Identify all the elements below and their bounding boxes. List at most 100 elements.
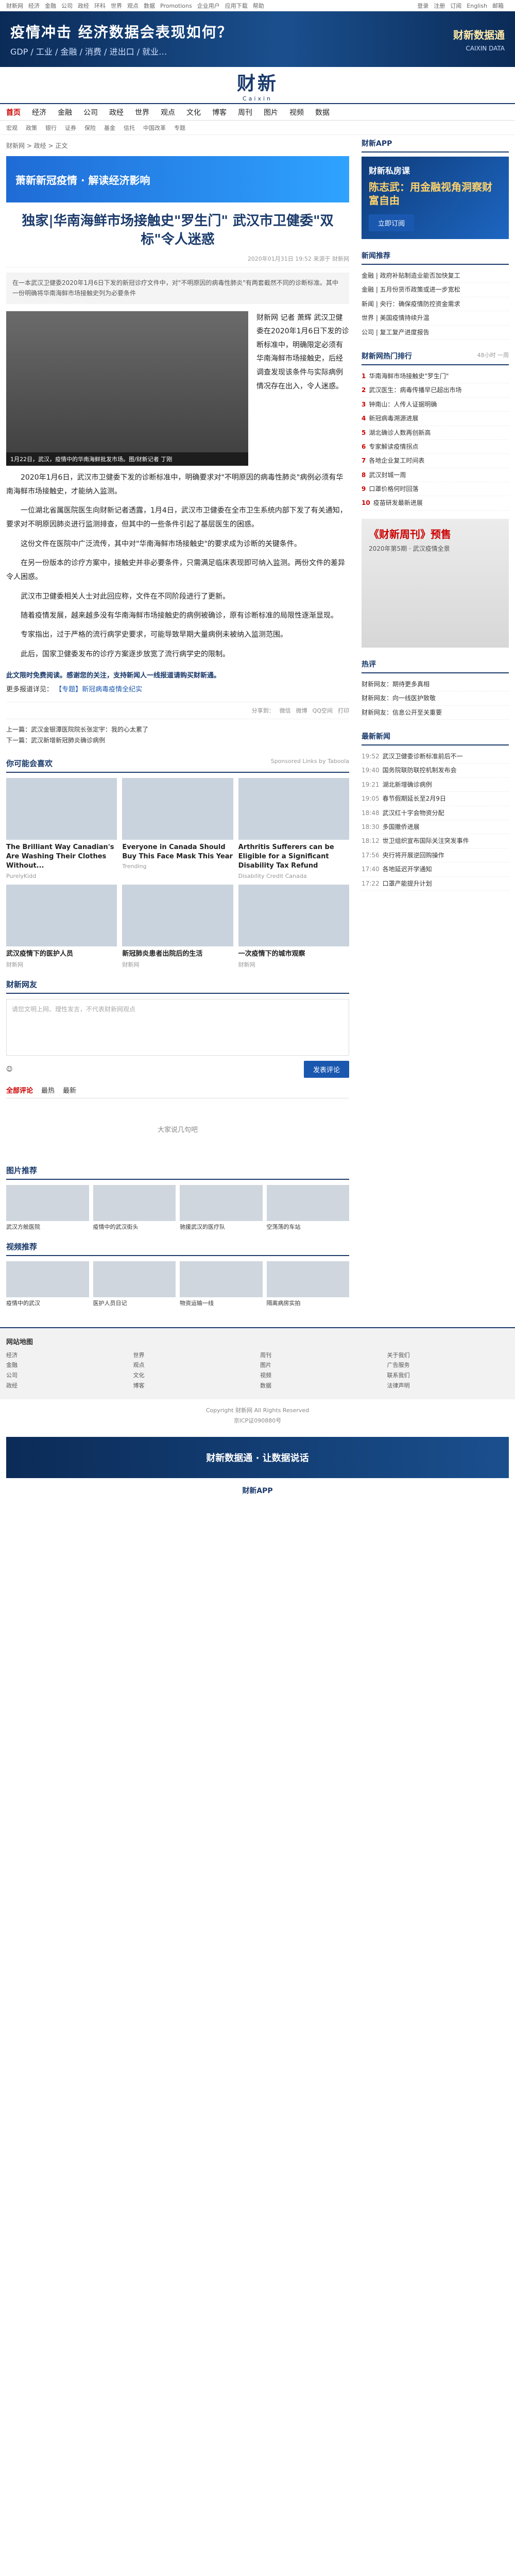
focus-item[interactable]: 新闻 | 央行：确保疫情防控资金需求	[362, 297, 509, 312]
strip-item[interactable]: 驰援武汉的医疗队	[180, 1184, 263, 1231]
top-right-link[interactable]: 注册	[434, 3, 445, 9]
recommend-card[interactable]: Everyone in Canada Should Buy This Face …	[122, 778, 233, 879]
subnav-item[interactable]: 基金	[104, 124, 115, 132]
top-right-link[interactable]: English	[467, 3, 487, 9]
prevnext-link[interactable]: 下一篇：武汉新增新冠肺炎确诊病例	[6, 735, 349, 747]
top-link[interactable]: 政经	[78, 3, 89, 9]
submit-comment-button[interactable]: 发表评论	[303, 1060, 349, 1078]
latest-item[interactable]: 17:22 口罩产能提升计划	[362, 877, 509, 891]
footer-link[interactable]: 博客	[133, 1381, 255, 1391]
top-link[interactable]: 观点	[127, 3, 139, 9]
recommend-card[interactable]: 新冠肺炎患者出院后的生活 财新网	[122, 884, 233, 969]
hot-item[interactable]: 3 钟南山：人传人证据明确	[362, 398, 509, 412]
special-topic-link[interactable]: 【专题】新冠病毒疫情全纪实	[55, 686, 142, 693]
subnav-item[interactable]: 专题	[174, 124, 185, 132]
subnav-item[interactable]: 政策	[26, 124, 37, 132]
hot-item[interactable]: 4 新冠病毒溯源进展	[362, 412, 509, 426]
strip-item[interactable]: 疫情中的武汉街头	[93, 1184, 176, 1231]
top-link[interactable]: 帮助	[253, 3, 264, 9]
strip-item[interactable]: 空荡荡的车站	[266, 1184, 349, 1231]
latest-item[interactable]: 19:21 湖北新增确诊病例	[362, 778, 509, 792]
subnav-item[interactable]: 信托	[124, 124, 135, 132]
nav-item[interactable]: 首页	[6, 107, 21, 117]
bottom-ad[interactable]: 财新数据通 · 让数据说话	[6, 1437, 509, 1479]
app-download[interactable]: 财新APP	[0, 1483, 515, 1498]
footer-link[interactable]: 世界	[133, 1350, 255, 1361]
latest-item[interactable]: 18:30 多国撤侨进展	[362, 820, 509, 835]
sidebar-course-ad[interactable]: 财新私房课 陈志武：用金融视角洞察财富自由 立即订阅	[362, 157, 509, 239]
latest-item[interactable]: 17:40 各地延迟开学通知	[362, 862, 509, 877]
top-link[interactable]: 金融	[45, 3, 56, 9]
comment-tab[interactable]: 全部评论	[6, 1085, 33, 1095]
comment-input[interactable]: 请您文明上网、理性发言，不代表财新网观点	[6, 998, 349, 1056]
latest-item[interactable]: 17:56 央行将开展逆回购操作	[362, 849, 509, 863]
nav-item[interactable]: 数据	[315, 107, 330, 117]
nav-item[interactable]: 政经	[109, 107, 124, 117]
hot-item[interactable]: 8 武汉封城一周	[362, 468, 509, 483]
recommend-card[interactable]: 一次疫情下的城市观察 财新网	[238, 884, 349, 969]
footer-link[interactable]: 法律声明	[387, 1381, 509, 1391]
hot-tab[interactable]: 48小时	[477, 352, 498, 359]
hot-item[interactable]: 9 口罩价格何时回落	[362, 482, 509, 497]
subnav-item[interactable]: 证券	[65, 124, 76, 132]
comment-tab[interactable]: 最新	[63, 1085, 76, 1095]
latest-item[interactable]: 19:05 春节假期延长至2月9日	[362, 792, 509, 806]
emoji-icon[interactable]: ☺	[6, 1065, 13, 1073]
top-right-link[interactable]: 登录	[417, 3, 428, 9]
top-link[interactable]: 环科	[94, 3, 106, 9]
footer-link[interactable]: 视频	[260, 1370, 382, 1381]
footer-link[interactable]: 联系我们	[387, 1370, 509, 1381]
subnav-item[interactable]: 银行	[45, 124, 57, 132]
recommend-card[interactable]: Arthritis Sufferers can be Eligible for …	[238, 778, 349, 879]
nav-item[interactable]: 图片	[264, 107, 278, 117]
footer-link[interactable]: 数据	[260, 1381, 382, 1391]
share-button[interactable]: QQ空间	[313, 706, 333, 715]
nav-item[interactable]: 周刊	[238, 107, 252, 117]
focus-item[interactable]: 世界 | 美国疫情持续升温	[362, 311, 509, 326]
prevnext-link[interactable]: 上一篇：武汉金银潭医院院长张定宇：我的心太累了	[6, 724, 349, 736]
subnav-item[interactable]: 宏观	[6, 124, 18, 132]
top-link[interactable]: 公司	[61, 3, 73, 9]
footer-link[interactable]: 政经	[6, 1381, 128, 1391]
focus-item[interactable]: 公司 | 复工复产进度报告	[362, 326, 509, 340]
breadcrumb[interactable]: 财新网 > 政经 > 正文	[6, 135, 349, 156]
hot-item[interactable]: 5 湖北确诊人数再创新高	[362, 426, 509, 440]
footer-link[interactable]: 文化	[133, 1370, 255, 1381]
nav-item[interactable]: 观点	[161, 107, 175, 117]
hot-tab[interactable]: 一周	[497, 352, 509, 359]
share-button[interactable]: 打印	[338, 706, 349, 715]
share-button[interactable]: 微信	[280, 706, 291, 715]
latest-item[interactable]: 18:48 武汉红十字会物资分配	[362, 806, 509, 820]
top-link[interactable]: Promotions	[160, 3, 192, 9]
nav-item[interactable]: 金融	[58, 107, 72, 117]
top-link[interactable]: 世界	[111, 3, 122, 9]
top-right-link[interactable]: 订阅	[450, 3, 461, 9]
top-link[interactable]: 经济	[28, 3, 40, 9]
top-right-link[interactable]: 邮箱	[492, 3, 504, 9]
hot-item[interactable]: 10 疫苗研发最新进展	[362, 496, 509, 511]
strip-item[interactable]: 疫情中的武汉	[6, 1261, 89, 1307]
footer-link[interactable]: 关于我们	[387, 1350, 509, 1361]
hot-item[interactable]: 7 各地企业复工时间表	[362, 454, 509, 468]
nav-item[interactable]: 经济	[32, 107, 46, 117]
top-banner-ad[interactable]: 疫情冲击 经济数据会表现如何？ GDP / 工业 / 金融 / 消费 / 进出口…	[0, 11, 515, 67]
top-link[interactable]: 财新网	[6, 3, 23, 9]
strip-item[interactable]: 医护人员日记	[93, 1261, 176, 1307]
nav-item[interactable]: 文化	[186, 107, 201, 117]
top-link[interactable]: 数据	[144, 3, 155, 9]
share-button[interactable]: 微博	[296, 706, 307, 715]
hot-item[interactable]: 1 华南海鲜市场接触史"罗生门"	[362, 369, 509, 384]
footer-link[interactable]: 金融	[6, 1360, 128, 1370]
latest-item[interactable]: 18:12 世卫组织宣布国际关注突发事件	[362, 834, 509, 849]
strip-item[interactable]: 物资运输一线	[180, 1261, 263, 1307]
footer-link[interactable]: 经济	[6, 1350, 128, 1361]
hot-item[interactable]: 6 专家解读疫情拐点	[362, 440, 509, 454]
comment-item[interactable]: 财新网友：期待更多真相	[362, 677, 509, 692]
caixin-logo[interactable]: 财新 Caixin	[10, 69, 505, 102]
subnav-item[interactable]: 保险	[84, 124, 96, 132]
hot-item[interactable]: 2 武汉医生：病毒传播早已超出市场	[362, 383, 509, 398]
strip-item[interactable]: 武汉方舱医院	[6, 1184, 89, 1231]
latest-item[interactable]: 19:40 国务院联防联控机制发布会	[362, 764, 509, 778]
recommend-card[interactable]: 武汉疫情下的医护人员 财新网	[6, 884, 117, 969]
comment-item[interactable]: 财新网友：信息公开至关重要	[362, 706, 509, 720]
